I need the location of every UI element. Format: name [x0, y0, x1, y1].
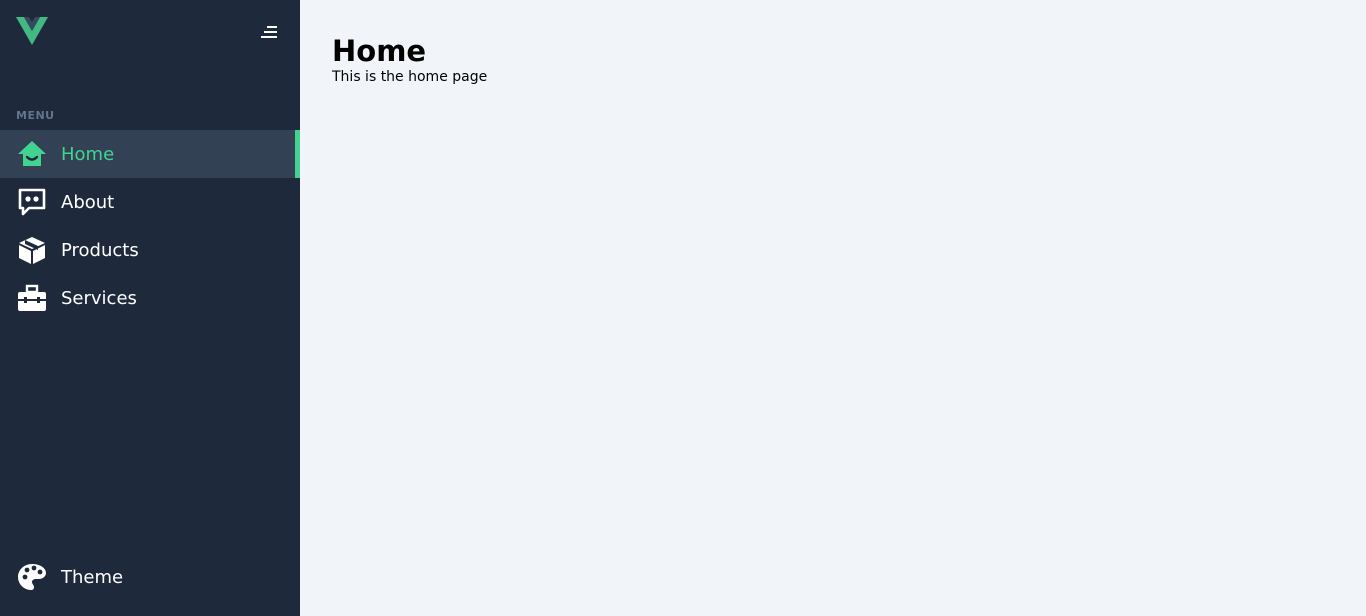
- sidebar-item-theme[interactable]: Theme: [0, 553, 300, 601]
- sidebar-item-label: Home: [61, 143, 115, 165]
- sidebar-item-label: Products: [61, 239, 139, 261]
- sidebar-item-home[interactable]: Home: [0, 130, 300, 178]
- vue-logo-icon[interactable]: [16, 17, 48, 47]
- box-icon: [17, 235, 47, 265]
- home-icon: [17, 139, 47, 169]
- sidebar-item-label: About: [61, 191, 115, 213]
- page-subtitle: This is the home page: [332, 69, 488, 85]
- chat-icon: [17, 187, 47, 217]
- app: MENU Home About Products Services Theme …: [0, 0, 1366, 616]
- sidebar-item-services[interactable]: Services: [0, 274, 300, 322]
- menu-section-label: MENU: [16, 109, 55, 122]
- sidebar-item-label: Services: [61, 287, 137, 309]
- page-title: Home: [332, 34, 427, 68]
- sidebar-item-products[interactable]: Products: [0, 226, 300, 274]
- menu-toggle-icon[interactable]: [259, 25, 281, 41]
- main-content: Home This is the home page: [300, 0, 1366, 616]
- sidebar-nav: Home About Products Services: [0, 130, 300, 322]
- palette-icon: [17, 562, 47, 592]
- sidebar: MENU Home About Products Services Theme: [0, 0, 300, 616]
- briefcase-icon: [17, 283, 47, 313]
- theme-label: Theme: [61, 566, 124, 588]
- sidebar-item-about[interactable]: About: [0, 178, 300, 226]
